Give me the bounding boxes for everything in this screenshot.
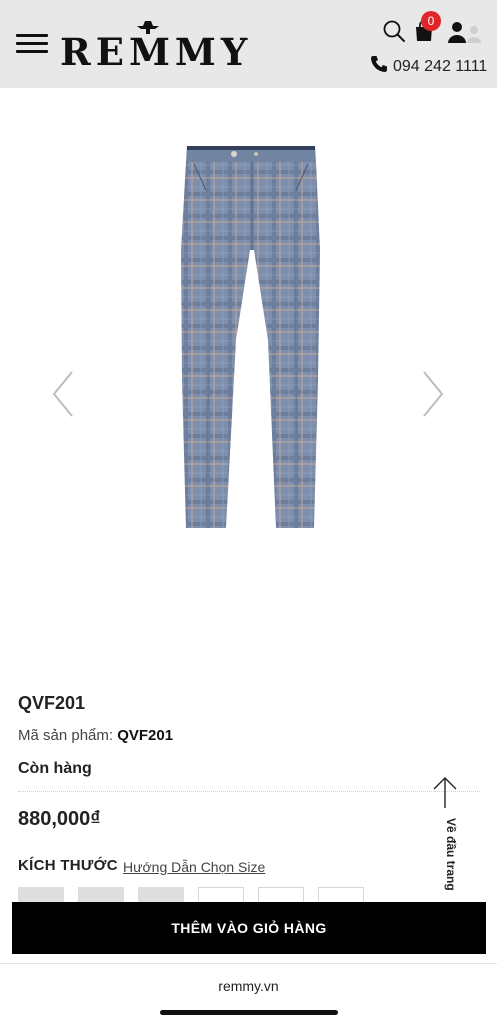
size-option[interactable] [138, 887, 184, 903]
add-to-cart-button[interactable]: THÊM VÀO GIỎ HÀNG [12, 902, 486, 954]
search-icon[interactable] [382, 19, 406, 43]
phone-icon [371, 56, 387, 72]
size-label: KÍCH THƯỚC [18, 857, 118, 874]
cart-count-badge: 0 [421, 11, 441, 31]
product-price: 880,000₫ [18, 808, 101, 830]
chevron-right-icon[interactable] [420, 370, 446, 418]
arrow-up-icon[interactable] [432, 775, 458, 809]
size-option[interactable] [18, 887, 64, 903]
size-guide-link[interactable]: Hướng Dẫn Chọn Size [123, 858, 265, 876]
size-option[interactable] [258, 887, 304, 903]
browser-bar-divider [0, 963, 497, 964]
stock-status: Còn hàng [18, 760, 92, 777]
site-header: REMMY 0 094 242 1111 [0, 0, 497, 88]
product-title: QVF201 [18, 693, 86, 713]
hotline-number[interactable]: 094 242 1111 [393, 57, 487, 77]
chevron-left-icon[interactable] [50, 370, 76, 418]
sku-row: Mã sản phẩm: QVF201 [18, 726, 173, 746]
menu-icon[interactable] [16, 34, 48, 54]
back-to-top-label: Về đầu trang [444, 818, 458, 891]
sku-label: Mã sản phẩm: [18, 727, 114, 744]
url-display[interactable]: remmy.vn [0, 977, 497, 995]
user-icon[interactable] [447, 20, 481, 44]
size-option[interactable] [198, 887, 244, 903]
back-to-top-link[interactable]: Về đầu trang [444, 818, 460, 898]
size-option[interactable] [318, 887, 364, 903]
brand-logo[interactable]: REMMY [60, 32, 252, 72]
home-indicator[interactable] [160, 1010, 338, 1015]
sku-value: QVF201 [117, 727, 174, 744]
divider [18, 791, 480, 792]
size-option[interactable] [78, 887, 124, 903]
product-image [181, 146, 320, 528]
